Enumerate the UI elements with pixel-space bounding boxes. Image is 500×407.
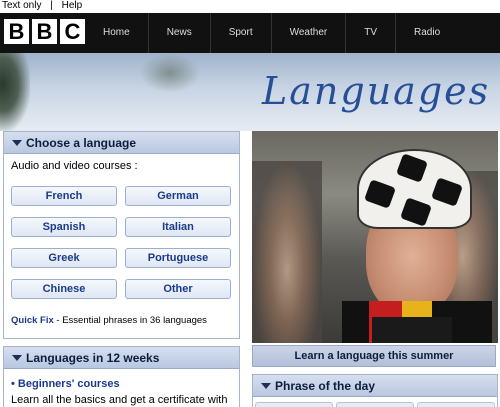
language-button-spanish[interactable]: Spanish: [11, 217, 117, 237]
phrase-tab[interactable]: [417, 402, 495, 407]
shirt-image: [372, 317, 452, 343]
nav-radio[interactable]: Radio: [395, 13, 458, 53]
choose-language-panel: Choose a language Audio and video course…: [3, 131, 240, 339]
triangle-down-icon: [261, 383, 271, 389]
football-hat-image: [357, 149, 472, 229]
languages-banner: Languages: [0, 53, 500, 131]
nav-sport[interactable]: Sport: [209, 13, 271, 53]
language-button-greek[interactable]: Greek: [11, 248, 117, 268]
page-title: Languages: [262, 69, 491, 113]
language-button-french[interactable]: French: [11, 186, 117, 206]
triangle-down-icon: [12, 355, 22, 361]
audio-video-subheading: Audio and video courses :: [11, 160, 138, 172]
utility-separator: |: [50, 0, 53, 11]
bbc-masthead: B B C Home News Sport Weather TV Radio: [0, 13, 500, 53]
help-link[interactable]: Help: [62, 0, 83, 11]
quick-fix-line: Quick Fix - Essential phrases in 36 lang…: [11, 315, 207, 326]
phrase-of-the-day-header[interactable]: Phrase of the day: [253, 375, 497, 397]
quick-fix-description: - Essential phrases in 36 languages: [53, 315, 207, 326]
utility-links: Text only | Help: [0, 0, 500, 13]
languages-12-weeks-panel: Languages in 12 weeks • Beginners' cours…: [3, 346, 240, 407]
phrase-tab[interactable]: [255, 402, 333, 407]
bbc-logo[interactable]: B B C: [4, 19, 85, 44]
beginners-courses-link[interactable]: • Beginners' courses: [11, 378, 120, 390]
nav-home[interactable]: Home: [85, 13, 148, 53]
phrase-of-the-day-panel: Phrase of the day: [252, 374, 498, 407]
logo-letter: B: [32, 19, 57, 44]
nav-news[interactable]: News: [147, 13, 210, 53]
logo-letter: C: [60, 19, 85, 44]
football-fan-photo[interactable]: [252, 131, 498, 343]
language-button-chinese[interactable]: Chinese: [11, 279, 117, 299]
quick-fix-link[interactable]: Quick Fix: [11, 315, 54, 326]
choose-language-header[interactable]: Choose a language: [4, 132, 239, 154]
language-button-other[interactable]: Other: [125, 279, 231, 299]
nav-weather[interactable]: Weather: [270, 13, 346, 53]
nav-tv[interactable]: TV: [345, 13, 395, 53]
phrase-tab[interactable]: [336, 402, 414, 407]
language-button-italian[interactable]: Italian: [125, 217, 231, 237]
language-button-german[interactable]: German: [125, 186, 231, 206]
phrase-tabs: [253, 402, 497, 407]
logo-letter: B: [4, 19, 29, 44]
banner-haze-image: [140, 53, 200, 93]
crowd-left-image: [252, 161, 322, 343]
language-button-portuguese[interactable]: Portuguese: [125, 248, 231, 268]
beginners-courses-description: Learn all the basics and get a certifica…: [11, 394, 228, 406]
summer-promo-caption[interactable]: Learn a language this summer: [252, 345, 496, 367]
text-only-link[interactable]: Text only: [2, 0, 41, 11]
main-nav: Home News Sport Weather TV Radio: [85, 13, 458, 53]
choose-language-heading: Choose a language: [26, 136, 137, 150]
languages-12-weeks-header[interactable]: Languages in 12 weeks: [4, 347, 239, 369]
triangle-down-icon: [12, 140, 22, 146]
languages-12-weeks-heading: Languages in 12 weeks: [26, 351, 160, 365]
phrase-of-the-day-heading: Phrase of the day: [275, 379, 376, 393]
banner-tree-image: [0, 53, 30, 131]
